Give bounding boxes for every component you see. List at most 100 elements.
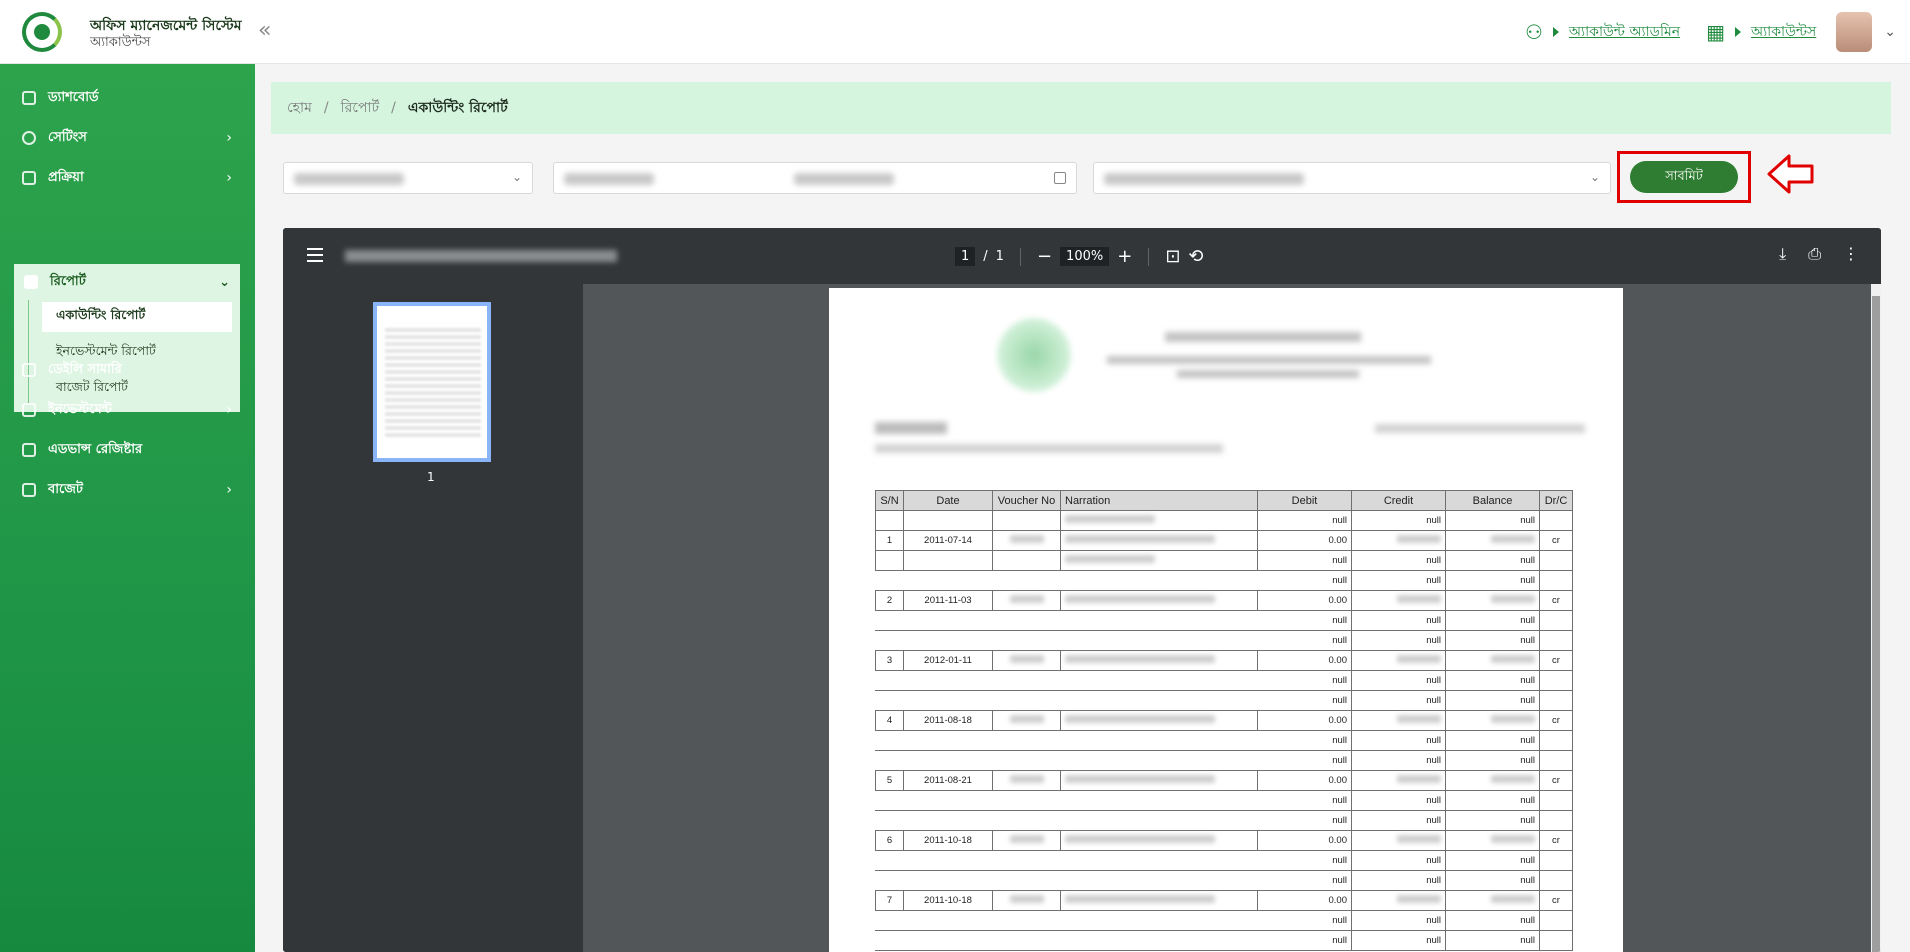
- table-cell: [903, 670, 993, 691]
- breadcrumb-report[interactable]: রিপোর্ট: [341, 96, 380, 120]
- zoom-out-icon[interactable]: −: [1037, 246, 1052, 267]
- table-row: null null null: [875, 850, 1573, 871]
- report-meta: [875, 444, 1223, 453]
- sidebar-item-process[interactable]: প্রক্রিয়া ›: [22, 166, 242, 190]
- chevron-down-icon[interactable]: ⌄: [1884, 24, 1896, 40]
- chevron-right-icon: ›: [226, 402, 232, 418]
- table-cell: 2011-08-18: [903, 710, 993, 731]
- process-icon: [22, 171, 36, 185]
- table-row: 2 2011-11-03 0.00 cr: [875, 590, 1573, 611]
- rotate-icon[interactable]: ⟲: [1188, 246, 1203, 267]
- table-cell: [1539, 610, 1573, 631]
- document-title: [345, 250, 617, 262]
- table-cell: [992, 530, 1061, 551]
- submit-button[interactable]: সাবমিট: [1630, 161, 1738, 193]
- page-thumbnail[interactable]: [373, 302, 491, 462]
- table-cell: [1539, 570, 1573, 591]
- table-cell: [1539, 510, 1573, 531]
- main-content: হোম / রিপোর্ট / একাউন্টিং রিপোর্ট ⌄ ⌄ সা…: [255, 64, 1910, 952]
- table-cell: 0.00: [1257, 830, 1352, 851]
- sidebar-item-label: ইনভেস্টমেন্ট: [48, 401, 112, 417]
- table-cell: [1060, 810, 1258, 831]
- table-cell: [1060, 790, 1258, 811]
- table-cell: [875, 810, 904, 831]
- breadcrumb-home[interactable]: হোম: [287, 96, 312, 120]
- report-type-select[interactable]: ⌄: [283, 162, 533, 194]
- col-header: Dr/C: [1539, 490, 1573, 511]
- table-cell: [875, 790, 904, 811]
- table-cell: [992, 770, 1061, 791]
- table-cell: [903, 690, 993, 711]
- table-cell: [903, 750, 993, 771]
- ledger-head-select[interactable]: ⌄: [1093, 162, 1611, 194]
- table-row: null null null: [875, 750, 1573, 771]
- collapse-sidebar-icon[interactable]: «: [258, 18, 271, 43]
- table-cell: [992, 510, 1061, 531]
- table-cell: [1060, 930, 1258, 951]
- more-options-icon[interactable]: ⋮: [1843, 244, 1859, 264]
- zoom-level[interactable]: 100%: [1060, 247, 1110, 266]
- sidebar-item-advance-register[interactable]: এডভান্স রেজিষ্টার: [22, 438, 242, 462]
- org-logo: [997, 318, 1071, 392]
- table-cell: null: [1351, 670, 1446, 691]
- table-row: 6 2011-10-18 0.00 cr: [875, 830, 1573, 851]
- sidebar-item-budget[interactable]: বাজেট ›: [22, 478, 242, 502]
- sidebar-item-dashboard[interactable]: ড্যাশবোর্ড: [22, 86, 242, 110]
- user-switch-icon[interactable]: ⚇: [1525, 20, 1543, 44]
- table-cell: cr: [1539, 890, 1573, 911]
- table-cell: null: [1257, 510, 1352, 531]
- table-row: null null null: [875, 510, 1573, 531]
- sidebar-item-daily-summary[interactable]: ডেইলি সামারি: [22, 358, 242, 382]
- sidebar-item-investment[interactable]: ইনভেস্টমেন্ট ›: [22, 398, 242, 422]
- table-row: null null null: [875, 910, 1573, 931]
- sidebar-item-settings[interactable]: সেটিংস ›: [22, 126, 242, 150]
- table-cell: 0.00: [1257, 650, 1352, 671]
- table-cell: null: [1445, 870, 1540, 891]
- col-header: Date: [903, 490, 993, 511]
- investment-icon: [22, 403, 36, 417]
- table-row: null null null: [875, 670, 1573, 691]
- table-cell: null: [1257, 790, 1352, 811]
- caret-right-icon: [1734, 27, 1741, 37]
- table-cell: [903, 730, 993, 751]
- table-cell: 2011-10-18: [903, 830, 993, 851]
- table-cell: [875, 730, 904, 751]
- table-cell: [1539, 850, 1573, 871]
- table-cell: 1: [875, 530, 904, 551]
- dashboard-icon: [22, 91, 36, 105]
- pdf-page: S/N Date Voucher No Narration Debit Cred…: [829, 288, 1623, 952]
- table-cell: [1060, 890, 1258, 911]
- table-cell: [992, 650, 1061, 671]
- table-cell: null: [1257, 690, 1352, 711]
- zoom-in-icon[interactable]: +: [1117, 246, 1132, 267]
- chevron-down-icon: ⌄: [511, 170, 522, 184]
- date-range-picker[interactable]: [553, 162, 1077, 194]
- table-cell: null: [1445, 550, 1540, 571]
- table-cell: [1351, 530, 1446, 551]
- avatar[interactable]: [1836, 12, 1873, 52]
- table-cell: [1060, 730, 1258, 751]
- sidebar-subitem-accounting-report[interactable]: একাউন্টিং রিপোর্ট: [42, 302, 232, 332]
- table-cell: [992, 850, 1061, 871]
- table-cell: [1351, 710, 1446, 731]
- advance-icon: [22, 443, 36, 457]
- sidebar-item-report[interactable]: রিপোর্ট ⌄: [14, 264, 240, 300]
- scrollbar[interactable]: [1871, 284, 1881, 952]
- apps-grid-icon[interactable]: ▦: [1706, 20, 1725, 44]
- account-admin-link[interactable]: অ্যাকাউন্ট অ্যাডমিন: [1569, 20, 1680, 44]
- print-icon[interactable]: ⎙: [1808, 244, 1821, 264]
- table-cell: cr: [1539, 830, 1573, 851]
- fit-page-icon[interactable]: ⊡: [1165, 246, 1180, 267]
- table-cell: 0.00: [1257, 530, 1352, 551]
- table-cell: [1060, 830, 1258, 851]
- page-number-input[interactable]: 1: [955, 247, 976, 266]
- table-cell: [1539, 670, 1573, 691]
- download-icon[interactable]: ⤓: [1779, 244, 1786, 264]
- table-cell: null: [1257, 730, 1352, 751]
- table-cell: null: [1351, 630, 1446, 651]
- table-cell: null: [1257, 550, 1352, 571]
- table-cell: [1539, 810, 1573, 831]
- menu-icon[interactable]: [307, 248, 323, 262]
- accounts-link[interactable]: অ্যাকাউন্টস: [1751, 20, 1816, 44]
- sidebar-item-label: এডভান্স রেজিষ্টার: [48, 441, 143, 457]
